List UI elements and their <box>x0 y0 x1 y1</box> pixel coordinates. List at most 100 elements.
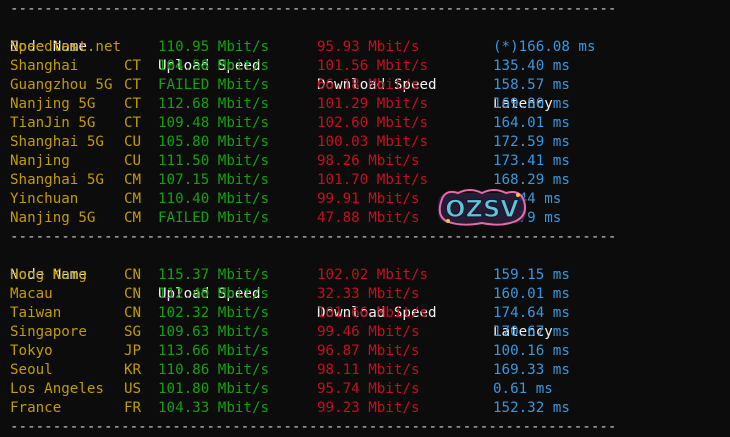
upload-speed-cell: 104.33 Mbit/s <box>158 400 270 416</box>
table-row: Taiwan CN 102.32 Mbit/s 101.66 Mbit/s 174.64… <box>10 304 726 323</box>
table-row: Shanghai 5G CM 107.15 Mbit/s 101.70 Mbit/s 1… <box>10 171 726 190</box>
isp-code-cell: FR <box>124 400 142 416</box>
upload-speed-cell: 104.58 Mbit/s <box>158 58 270 74</box>
latency-cell: 170.67 ms <box>493 324 570 340</box>
node-name-cell: Speedtest.net <box>10 39 122 55</box>
isp-code-cell: SG <box>124 324 142 340</box>
download-speed-cell: 102.02 Mbit/s <box>317 267 429 283</box>
isp-code-cell: CU <box>124 153 142 169</box>
latency-cell: 164.01 ms <box>493 115 570 131</box>
download-speed-cell: 99.23 Mbit/s <box>317 400 420 416</box>
latency-cell: (*)166.08 ms <box>493 39 596 55</box>
download-speed-cell: 95.74 Mbit/s <box>317 381 420 397</box>
isp-code-cell: CM <box>124 210 142 226</box>
node-name-cell: Guangzhou 5G <box>10 77 113 93</box>
table-row: Seoul KR 110.86 Mbit/s 98.11 Mbit/s 169.33 m… <box>10 361 726 380</box>
latency-cell: 169.80 ms <box>493 96 570 112</box>
node-name-cell: Los Angeles <box>10 381 104 397</box>
upload-speed-cell: 110.95 Mbit/s <box>158 39 270 55</box>
isp-code-cell: CT <box>124 96 142 112</box>
table-row: Shanghai 5G CU 105.80 Mbit/s 100.03 Mbit/s 1… <box>10 133 726 152</box>
upload-speed-cell: FAILED Mbit/s <box>158 210 270 226</box>
divider-middle: ----------------------------------------… <box>10 229 616 245</box>
latency-cell: 173.41 ms <box>493 153 570 169</box>
latency-cell: 159.15 ms <box>493 267 570 283</box>
download-speed-cell: 66.18 Mbit/s <box>317 77 420 93</box>
node-name-cell: TianJin 5G <box>10 115 96 131</box>
isp-code-cell: CN <box>124 267 142 283</box>
download-speed-cell: 98.11 Mbit/s <box>317 362 420 378</box>
node-name-cell: Shanghai <box>10 58 79 74</box>
isp-code-cell: CM <box>124 172 142 188</box>
latency-cell: 172.59 ms <box>493 134 570 150</box>
isp-code-cell: KR <box>124 362 142 378</box>
table-row: Nanjing CU 111.50 Mbit/s 98.26 Mbit/s 173.41… <box>10 152 726 171</box>
isp-code-cell: CT <box>124 115 142 131</box>
speedtest-table-intl: Hong Kong CN 115.37 Mbit/s 102.02 Mbit/s 159… <box>10 266 726 418</box>
upload-speed-cell: 109.48 Mbit/s <box>158 115 270 131</box>
isp-code-cell: CN <box>124 305 142 321</box>
isp-code-cell: CU <box>124 134 142 150</box>
speedtest-table-cn: Speedtest.net 110.95 Mbit/s 95.93 Mbit/s (*… <box>10 38 726 228</box>
node-name-cell: Nanjing 5G <box>10 96 96 112</box>
download-speed-cell: 101.29 Mbit/s <box>317 96 429 112</box>
node-name-cell: Shanghai 5G <box>10 134 104 150</box>
upload-speed-cell: 111.50 Mbit/s <box>158 153 270 169</box>
table1-header: Node Name Upload Speed Download Speed La… <box>10 19 726 112</box>
latency-cell: 174.64 ms <box>493 305 570 321</box>
node-name-cell: France <box>10 400 62 416</box>
table-row: Shanghai CT 104.58 Mbit/s 101.56 Mbit/s 135.… <box>10 57 726 76</box>
upload-speed-cell: 110.86 Mbit/s <box>158 362 270 378</box>
table2-header: Node Name Upload Speed Download Speed La… <box>10 247 726 340</box>
table-row: Speedtest.net 110.95 Mbit/s 95.93 Mbit/s (*… <box>10 38 726 57</box>
node-name-cell: Tokyo <box>10 343 53 359</box>
upload-speed-cell: 102.32 Mbit/s <box>158 305 270 321</box>
upload-speed-cell: 112.40 Mbit/s <box>158 286 270 302</box>
download-speed-cell: 32.33 Mbit/s <box>317 286 420 302</box>
isp-code-cell: JP <box>124 343 142 359</box>
table-row: Los Angeles US 101.80 Mbit/s 95.74 Mbit/s 0.… <box>10 380 726 399</box>
isp-code-cell: CT <box>124 77 142 93</box>
latency-cell: 160.01 ms <box>493 286 570 302</box>
table-row: TianJin 5G CT 109.48 Mbit/s 102.60 Mbit/s 16… <box>10 114 726 133</box>
upload-speed-cell: 109.63 Mbit/s <box>158 324 270 340</box>
download-speed-cell: 102.60 Mbit/s <box>317 115 429 131</box>
latency-cell: 100.16 ms <box>493 343 570 359</box>
download-speed-cell: 95.93 Mbit/s <box>317 39 420 55</box>
node-name-cell: Nanjing 5G <box>10 210 96 226</box>
node-name-cell: Yinchuan <box>10 191 79 207</box>
table-row: Yinchuan CM 110.40 Mbit/s 99.91 Mbit/s 44 m… <box>10 190 726 209</box>
node-name-cell: Hong Kong <box>10 267 87 283</box>
node-name-cell: Taiwan <box>10 305 62 321</box>
download-speed-cell: 99.91 Mbit/s <box>317 191 420 207</box>
table-row: Singapore SG 109.63 Mbit/s 99.46 Mbit/s 170.… <box>10 323 726 342</box>
table-row: France FR 104.33 Mbit/s 99.23 Mbit/s 152.32 … <box>10 399 726 418</box>
latency-cell: 169.33 ms <box>493 362 570 378</box>
download-speed-cell: 47.88 Mbit/s <box>317 210 420 226</box>
upload-speed-cell: 110.40 Mbit/s <box>158 191 270 207</box>
upload-speed-cell: 115.37 Mbit/s <box>158 267 270 283</box>
upload-speed-cell: 101.80 Mbit/s <box>158 381 270 397</box>
latency-cell: 152.32 ms <box>493 400 570 416</box>
node-name-cell: Macau <box>10 286 53 302</box>
latency-cell: 135.40 ms <box>493 58 570 74</box>
download-speed-cell: 99.46 Mbit/s <box>317 324 420 340</box>
isp-code-cell: CM <box>124 191 142 207</box>
download-speed-cell: 98.26 Mbit/s <box>317 153 420 169</box>
node-name-cell: Shanghai 5G <box>10 172 104 188</box>
table-row: Macau CN 112.40 Mbit/s 32.33 Mbit/s 160.01 m… <box>10 285 726 304</box>
isp-code-cell: US <box>124 381 142 397</box>
divider-bottom: ----------------------------------------… <box>10 419 616 435</box>
upload-speed-cell: 107.15 Mbit/s <box>158 172 270 188</box>
download-speed-cell: 101.56 Mbit/s <box>317 58 429 74</box>
divider-top: ----------------------------------------… <box>10 1 616 17</box>
node-name-cell: Nanjing <box>10 153 70 169</box>
watermark-text: OZSV <box>445 195 519 223</box>
table-row: Tokyo JP 113.66 Mbit/s 96.87 Mbit/s 100.16 m… <box>10 342 726 361</box>
table-row: Guangzhou 5G CT FAILED Mbit/s 66.18 Mbit/s 1… <box>10 76 726 95</box>
isp-code-cell: CT <box>124 58 142 74</box>
latency-cell: 158.57 ms <box>493 77 570 93</box>
terminal-output: ----------------------------------------… <box>10 0 726 437</box>
table-row: Hong Kong CN 115.37 Mbit/s 102.02 Mbit/s 159… <box>10 266 726 285</box>
download-speed-cell: 101.70 Mbit/s <box>317 172 429 188</box>
